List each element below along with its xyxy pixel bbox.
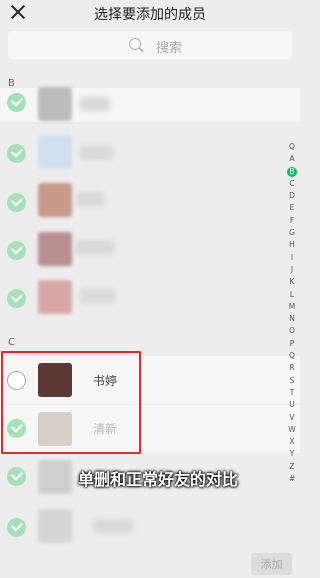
avatar [38,232,72,266]
index-letter[interactable]: T [285,387,299,399]
index-letter[interactable]: S [285,375,299,387]
index-letter[interactable]: I [285,252,299,264]
alphabet-index-bar[interactable]: Q A B C D E F G H I J K L M N O P Q R S T U V W X Y Z # [285,141,299,485]
blurred-name [80,289,116,303]
index-letter[interactable]: O [285,325,299,337]
search-placeholder: 搜索 [156,41,183,56]
avatar [38,135,72,169]
checked-icon [7,93,26,112]
index-letter[interactable]: K [285,276,299,288]
page-title: 选择要添加的成员 [94,7,206,23]
checked-icon [7,518,26,537]
index-letter[interactable]: U [285,399,299,411]
checked-icon [7,193,26,212]
index-letter[interactable]: H [285,239,299,251]
index-letter[interactable]: # [285,473,299,485]
highlight-box [1,351,141,454]
index-letter[interactable]: Q [285,141,299,153]
blurred-name [93,519,133,533]
blurred-name [80,146,114,160]
blurred-name [76,192,104,206]
avatar [38,509,72,543]
index-letter[interactable]: E [285,202,299,214]
blurred-name [80,97,110,111]
index-letter[interactable]: L [285,289,299,301]
avatar [38,183,72,217]
index-letter[interactable]: X [285,436,299,448]
index-letter[interactable]: F [285,215,299,227]
section-header-c: C [8,337,15,348]
index-letter[interactable]: A [285,153,299,165]
search-icon [129,38,141,50]
index-letter[interactable]: D [285,190,299,202]
avatar [38,280,72,314]
checked-icon [7,289,26,308]
blurred-name [75,240,115,254]
index-letter[interactable]: G [285,227,299,239]
index-letter[interactable]: Q [285,350,299,362]
index-letter[interactable]: Z [285,461,299,473]
index-letter[interactable]: W [285,424,299,436]
index-letter[interactable]: P [285,338,299,350]
checked-icon [7,241,26,260]
index-letter[interactable]: C [285,178,299,190]
search-input[interactable]: 搜索 [8,31,292,59]
avatar [38,460,72,494]
checked-icon [7,467,26,486]
checked-icon [7,144,26,163]
index-letter[interactable]: V [285,412,299,424]
index-letter[interactable]: B [285,166,299,178]
add-button[interactable]: 添加 [251,553,292,575]
index-letter[interactable]: Y [285,448,299,460]
index-letter[interactable]: R [285,362,299,374]
index-letter[interactable]: J [285,264,299,276]
index-letter[interactable]: M [285,301,299,313]
caption-text: 单删和正常好友的对比 [78,470,239,489]
avatar [38,87,72,121]
top-bar: 选择要添加的成员 [0,0,300,26]
index-letter[interactable]: N [285,313,299,325]
